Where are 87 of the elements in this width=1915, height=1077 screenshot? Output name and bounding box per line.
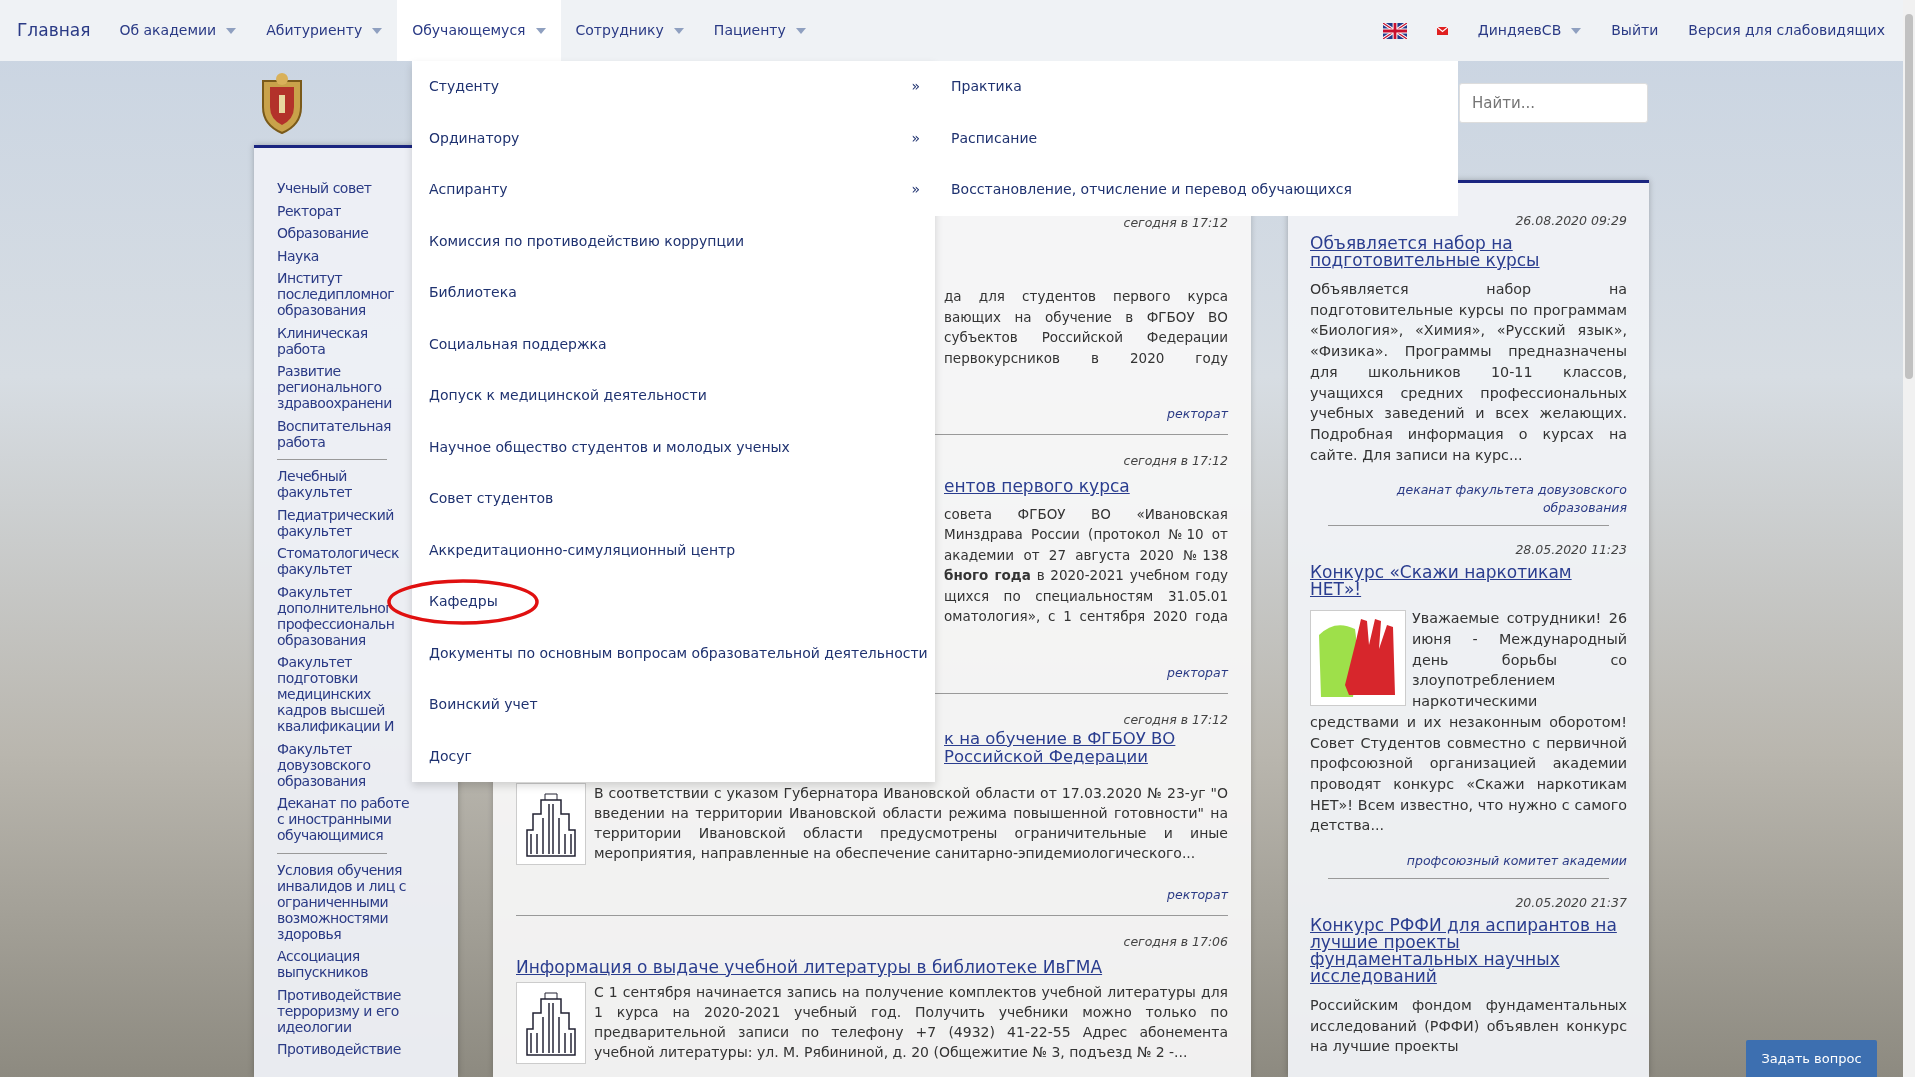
dropdown-item[interactable]: Социальная поддержка — [429, 333, 607, 355]
news-date: сегодня в 17:06 — [1122, 933, 1228, 950]
dropdown-item[interactable]: Досуг — [429, 745, 472, 767]
announcement-date: 20.05.2020 21:37 — [1514, 895, 1627, 912]
sidebar-link[interactable]: Клиническая работа — [277, 324, 368, 357]
announcement-author: деканат факультета довузовского образования — [1395, 481, 1627, 518]
news-text-line: щихся по специальностям 31.05.01 — [944, 586, 1228, 606]
submenu-item[interactable]: Расписание — [935, 112, 1458, 164]
submenu-arrow: » — [911, 128, 920, 148]
sidebar-link[interactable]: Наука — [277, 247, 319, 264]
news-text-line: оматология», с 1 сентября 2020 года — [944, 607, 1228, 626]
submenu-arrow: » — [911, 180, 920, 200]
news-date: сегодня в 17:12 — [1122, 711, 1228, 728]
news-author: ректорат — [1166, 406, 1228, 422]
news-text-line: бного года в 2020-2021 учебном году — [944, 566, 1228, 585]
news-text-line: да для студентов первого курса — [944, 287, 1228, 306]
sidebar-link[interactable]: Стоматологическ факультет — [277, 545, 399, 577]
nav-menu-item[interactable]: Пациенту — [698, 0, 821, 61]
announcement-text: Российским фондом фундаментальных исследований (РФФИ) объявлен конкурс на лучшие проекты — [1310, 996, 1627, 1057]
news-author: ректорат — [1166, 664, 1228, 681]
sidebar-link[interactable]: Педиатрический факультет — [277, 506, 394, 539]
user-menu[interactable]: ДиндяевСВ — [1462, 0, 1597, 61]
dropdown-item[interactable]: Воинский учет — [429, 694, 538, 716]
sidebar-link[interactable]: Развитие регионального здравоохранени — [277, 363, 392, 411]
search-field[interactable]: Найти... — [1459, 83, 1648, 123]
dropdown-item[interactable]: Студенту — [429, 76, 500, 98]
nav-menu-item[interactable]: Абитуриенту — [251, 0, 398, 61]
announcement-date: 28.05.2020 11:23 — [1514, 542, 1627, 559]
nav-menu-item[interactable]: Об академии — [104, 0, 252, 61]
dropdown-item[interactable]: Совет студентов — [429, 488, 554, 510]
dropdown-item[interactable]: Комиссия по противодействию коррупции — [429, 230, 745, 252]
news-text-line: Минздрава России (протокол №10 от — [944, 525, 1228, 544]
sidebar-link[interactable]: Ректорат — [277, 202, 341, 219]
announcement-date: 26.08.2020 09:29 — [1514, 213, 1627, 229]
dropdown-item[interactable]: Допуск к медицинской деятельности — [429, 385, 707, 407]
news-text-line: субъектов Российской Федерации — [944, 328, 1228, 347]
sidebar-link[interactable]: Деканат по работе с иностранными обучающимися — [277, 795, 410, 843]
logout-link[interactable]: Выйти — [1596, 0, 1674, 61]
news-title[interactable]: Информация о выдаче учебной литературы в библиотеке ИвГМА — [516, 957, 1228, 976]
sidebar-link[interactable]: Образование — [277, 225, 369, 241]
dropdown-item[interactable]: Аккредитационно-симуляционный центр — [429, 539, 736, 561]
accessibility-link[interactable]: Версия для слабовидящих — [1673, 0, 1885, 61]
news-title[interactable]: ентов первого курса — [944, 477, 1228, 496]
announcement-title[interactable]: Конкурс «Скажи наркотикам НЕТ»! — [1310, 564, 1627, 599]
sidebar-link[interactable]: Воспитательная работа — [277, 417, 391, 450]
dropdown-item[interactable]: Ординатору — [429, 127, 520, 149]
submenu-arrow: » — [911, 77, 920, 97]
mail-icon[interactable] — [1436, 26, 1448, 35]
nav-menu-item[interactable]: Сотруднику — [560, 0, 699, 61]
sidebar-link[interactable]: Факультет дополнительног профессиональн образования — [277, 583, 395, 648]
news-date: сегодня в 17:12 — [1122, 453, 1228, 469]
news-title[interactable]: Российской Федерации — [944, 748, 1228, 767]
dropdown-item[interactable]: Научное общество студентов и молодых ученых — [429, 436, 790, 458]
sidebar-link[interactable]: Ученый совет — [277, 180, 372, 196]
news-title[interactable]: к на обучение в ФГБОУ ВО — [944, 729, 1228, 748]
news-text-line: первокурсников в 2020 году — [944, 348, 1228, 368]
dropdown-item[interactable]: Кафедры — [429, 591, 498, 613]
ask-question-button[interactable]: Задать вопрос — [1746, 1040, 1877, 1077]
announcement-text: средствами и их незаконным оборотом! Совет Студентов совместно с первичной профсоюзной организацией академии проводят конкурс «Скажи наркотикам НЕТ»! Всем известно, что нужно с самого детства... — [1310, 712, 1627, 836]
announcement-author: профсоюзный комитет академии — [1405, 852, 1627, 871]
news-text-line: совета ФГБОУ ВО «Ивановская — [944, 504, 1228, 524]
sidebar-link[interactable]: Лечебный факультет — [277, 468, 352, 500]
sidebar-link[interactable]: Институт последипломног образования — [277, 270, 395, 318]
sidebar-link[interactable]: Противодействие терроризму и его идеологии — [277, 986, 401, 1035]
announcement-title[interactable]: Конкурс РФФИ для аспирантов на лучшие проекты фундаментальных научных исследований — [1310, 917, 1627, 986]
announcement-title[interactable]: Объявляется набор на подготовительные курсы — [1310, 235, 1627, 269]
flag-icon[interactable] — [1382, 22, 1407, 39]
news-text: В соответствии с указом Губернатора Ивановской области от 17.03.2020 № 23-уг "О введении на территории Ивановской области режима повышенной готовности" на территории Ивановской области предусмотрены ограничительные и иные мероприятия, направленные на обеспечение санитарно-эпидемиологического... — [594, 783, 1228, 863]
news-date: сегодня в 17:12 — [1122, 215, 1228, 231]
sidebar-link[interactable]: Условия обучения инвалидов и лиц с ограниченными возможностями здоровья — [277, 861, 406, 942]
news-text: С 1 сентября начинается запись на получение комплектов учебной литературы для 1 курса на 2020-2021 учебный год. Получить учебники можно только по предварительной записи по телефону +7 (4932) 41-22-55 Адрес абонемента учебной литературы: ул. М. Рябининой, д. 20 (Общежитие № 3, подъезд № 2 -... — [594, 983, 1228, 1062]
sidebar-link[interactable]: Противодействие — [277, 1041, 401, 1057]
dropdown-item[interactable]: Библиотека — [429, 282, 517, 304]
news-text-line: академии от 27 августа 2020 №138 — [944, 545, 1228, 565]
sidebar-link[interactable]: Факультет подготовки медицинских кадров высшей квалификации И — [277, 654, 395, 734]
dropdown-item[interactable]: Аспиранту — [429, 179, 508, 201]
announcement-text: Объявляется набор на подготовительные курсы по программам «Биология», «Химия», «Русский язык», «Физика». Программы предназначены для школьников 10-11 классов, учащихся средних профессиональных учебных заведений и всех желающих. Подробная информация о курсах на сайте. Для записи на курс... — [1310, 280, 1627, 465]
nav-menu-item[interactable]: Обучающемуся — [397, 0, 561, 61]
submenu-item[interactable]: Практика — [935, 61, 1458, 113]
news-text-line: вающих на обучение в ФГБОУ ВО — [944, 307, 1228, 327]
home-link[interactable]: Главная — [15, 0, 105, 61]
dropdown-item[interactable]: Документы по основным вопросам образовательной деятельности — [429, 642, 928, 664]
sidebar-link[interactable]: Ассоциация выпускников — [277, 948, 368, 980]
sidebar-link[interactable]: Факультет довузовского образования — [277, 740, 371, 789]
announcement-text: Уважаемые сотрудники! 26 июня - Международный день борьбы со злоупотреблением наркотическими — [1412, 609, 1627, 712]
news-author: ректорат — [1166, 886, 1228, 903]
submenu-item[interactable]: Восстановление, отчисление и перевод обучающихся — [935, 164, 1458, 216]
